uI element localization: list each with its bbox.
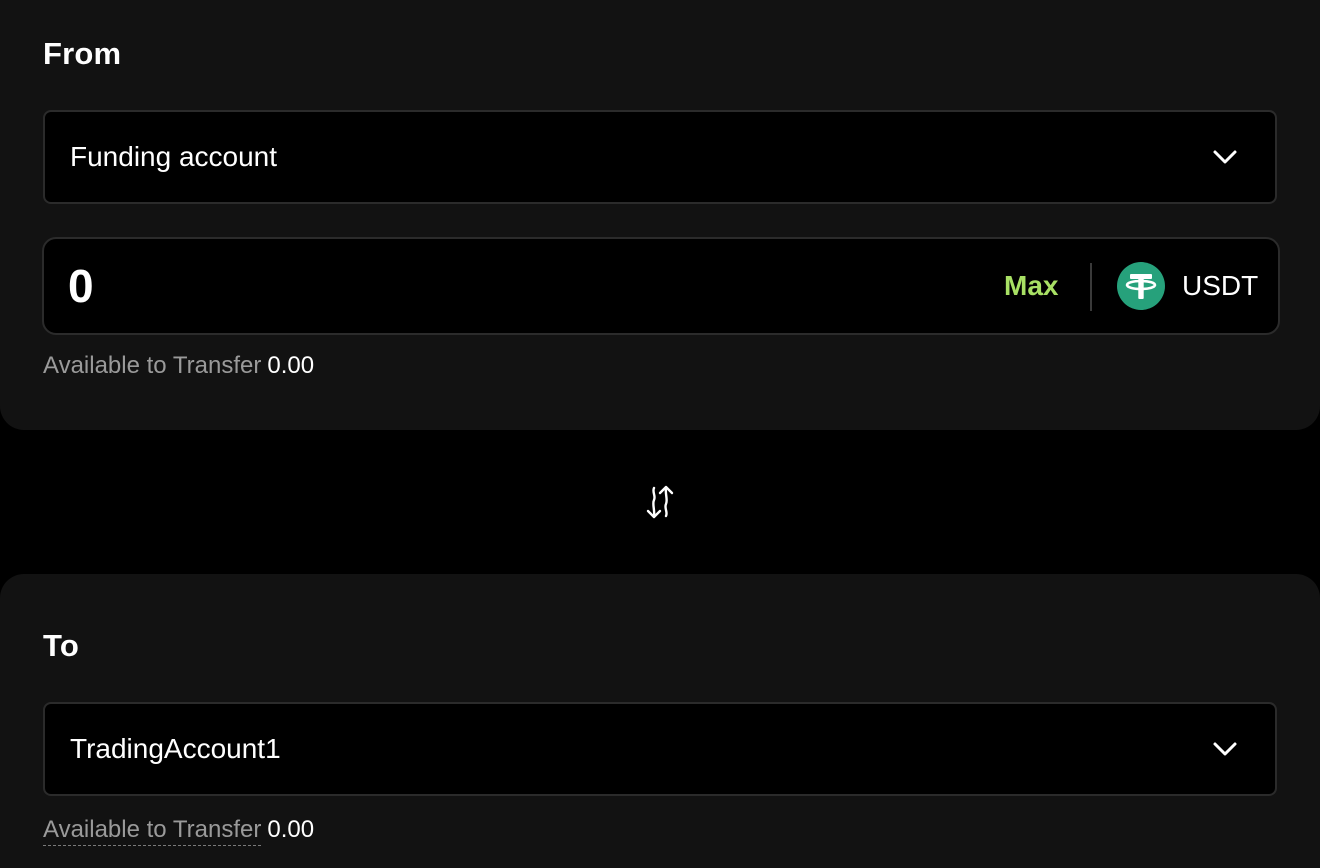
to-panel: To TradingAccount1 Available to Transfer… bbox=[0, 574, 1320, 868]
coin-symbol[interactable]: USDT bbox=[1182, 239, 1258, 333]
from-account-select[interactable]: Funding account bbox=[43, 110, 1277, 204]
to-title: To bbox=[43, 628, 79, 663]
tether-icon[interactable] bbox=[1117, 262, 1165, 310]
to-account-select[interactable]: TradingAccount1 bbox=[43, 702, 1277, 796]
from-available-row: Available to Transfer 0.00 bbox=[43, 354, 314, 378]
max-button[interactable]: Max bbox=[1004, 239, 1058, 333]
divider bbox=[1090, 263, 1092, 311]
from-title: From bbox=[43, 36, 122, 71]
amount-field: Max USDT bbox=[42, 237, 1280, 335]
to-available-value: 0.00 bbox=[267, 816, 315, 843]
from-available-value: 0.00 bbox=[267, 352, 315, 379]
to-available-row: Available to Transfer 0.00 bbox=[43, 816, 315, 846]
to-account-label: TradingAccount1 bbox=[70, 733, 281, 764]
chevron-down-icon bbox=[1213, 742, 1237, 756]
from-available-label: Available to Transfer bbox=[43, 352, 262, 379]
to-available-label[interactable]: Available to Transfer bbox=[43, 816, 262, 846]
from-account-label: Funding account bbox=[70, 141, 278, 172]
from-panel: From Funding account Max USDT Available … bbox=[0, 0, 1320, 430]
chevron-down-icon bbox=[1213, 150, 1237, 164]
swap-arrows-icon[interactable] bbox=[641, 482, 679, 522]
amount-input[interactable] bbox=[68, 255, 928, 317]
